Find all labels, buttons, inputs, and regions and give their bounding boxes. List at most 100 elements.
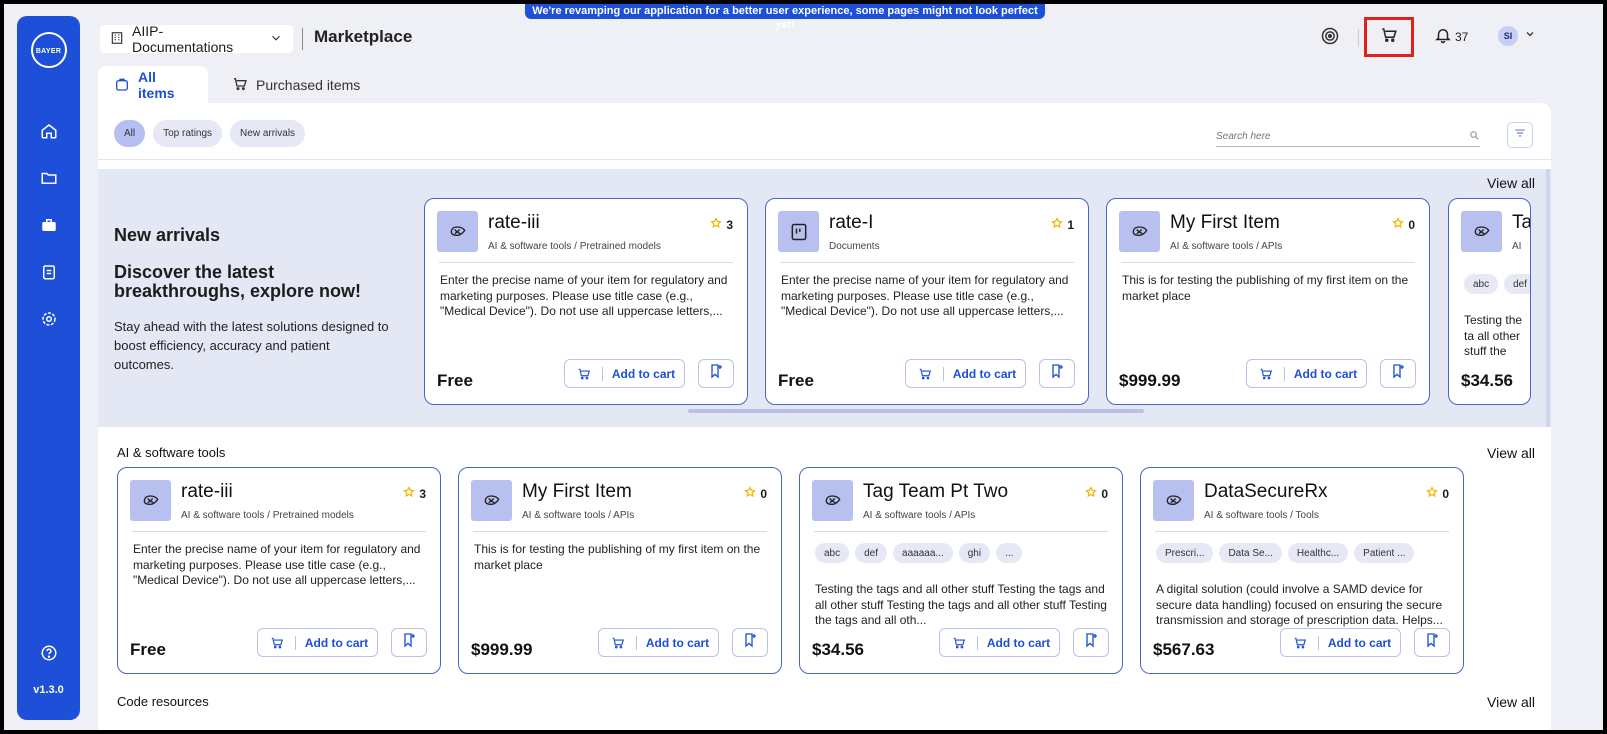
bookmark-plus-icon bbox=[1424, 632, 1440, 653]
save-button[interactable] bbox=[391, 628, 427, 657]
product-price: $34.56 bbox=[812, 640, 864, 659]
workspace-selector[interactable]: AIIP-Documentations bbox=[100, 23, 293, 55]
product-rating: 0 bbox=[1392, 217, 1415, 232]
product-rating: 1 bbox=[1051, 217, 1074, 232]
product-card[interactable]: My First Item AI & software tools / APIs… bbox=[1106, 198, 1430, 405]
product-name[interactable]: rate-iii bbox=[488, 212, 540, 234]
workspace-name: AIIP-Documentations bbox=[132, 23, 234, 55]
product-name[interactable]: My First Item bbox=[1170, 212, 1280, 234]
product-card[interactable]: rate-iii AI & software tools / Pretraine… bbox=[117, 467, 441, 674]
add-to-cart-button[interactable]: Add to cart bbox=[905, 359, 1026, 388]
vertical-scrollbar[interactable] bbox=[1546, 169, 1550, 427]
product-card[interactable]: My First Item AI & software tools / APIs… bbox=[458, 467, 782, 674]
add-to-cart-button[interactable]: Add to cart bbox=[564, 359, 685, 388]
tag-chip[interactable]: ghi bbox=[958, 543, 991, 563]
tag-chip[interactable]: Patient ... bbox=[1354, 543, 1415, 563]
home-icon[interactable] bbox=[38, 120, 60, 142]
add-to-cart-button[interactable]: Add to cart bbox=[1246, 359, 1367, 388]
cart-icon bbox=[232, 76, 248, 95]
clipboard-icon[interactable] bbox=[38, 261, 60, 283]
filter-button[interactable] bbox=[1507, 122, 1533, 148]
brain-icon bbox=[471, 480, 512, 521]
add-to-cart-button[interactable]: Add to cart bbox=[1280, 628, 1401, 657]
product-price: $567.63 bbox=[1153, 640, 1215, 659]
product-category: AI & software tools / Tools bbox=[1204, 510, 1319, 521]
building-icon bbox=[110, 31, 124, 48]
tag-chip[interactable]: abc bbox=[1464, 274, 1499, 294]
help-icon[interactable] bbox=[38, 642, 60, 664]
chip-all[interactable]: All bbox=[114, 120, 146, 147]
chip-new-arrivals[interactable]: New arrivals bbox=[230, 120, 306, 147]
product-name[interactable]: rate-I bbox=[829, 212, 873, 234]
product-card[interactable]: DataSecureRx AI & software tools / Tools… bbox=[1140, 467, 1464, 674]
save-button[interactable] bbox=[1380, 359, 1416, 388]
product-category: AI & software tools / Pretrained models bbox=[181, 510, 354, 521]
add-to-cart-button[interactable]: Add to cart bbox=[939, 628, 1060, 657]
bayer-logo[interactable]: BAYER bbox=[30, 32, 67, 68]
sidebar-bottom: v1.3.0 bbox=[17, 642, 80, 696]
product-card[interactable]: Tag Team Pt Two AI & software tools / AP… bbox=[799, 467, 1123, 674]
tag-chip[interactable]: aaaaaa... bbox=[893, 543, 953, 563]
product-price: Free bbox=[778, 371, 814, 390]
product-rating: 3 bbox=[403, 486, 426, 501]
tab-label: All items bbox=[138, 69, 175, 101]
tag-chip[interactable]: Data Se... bbox=[1219, 543, 1282, 563]
product-name[interactable]: Ta bbox=[1512, 212, 1530, 234]
add-to-cart-button[interactable]: Add to cart bbox=[257, 628, 378, 657]
revamp-banner: We're revamping our application for a be… bbox=[525, 4, 1045, 31]
tab-purchased-items[interactable]: Purchased items bbox=[216, 66, 376, 104]
new-arrivals-description: Stay ahead with the latest solutions des… bbox=[114, 319, 389, 372]
new-arrivals-view-all[interactable]: View all bbox=[1487, 175, 1535, 191]
tag-chip[interactable]: Prescri... bbox=[1156, 543, 1214, 563]
product-description: Enter the precise name of your item for … bbox=[133, 542, 421, 587]
product-description: Testing the tags and all other stuff Tes… bbox=[815, 582, 1107, 627]
folder-icon[interactable] bbox=[38, 167, 60, 189]
product-card[interactable]: rate-iii AI & software tools / Pretraine… bbox=[424, 198, 748, 405]
tab-label: Purchased items bbox=[256, 77, 361, 93]
brain-icon bbox=[1153, 480, 1194, 521]
tag-chip[interactable]: abc bbox=[815, 543, 850, 563]
product-name[interactable]: DataSecureRx bbox=[1204, 481, 1328, 503]
bookmark-plus-icon bbox=[401, 632, 417, 653]
briefcase-icon[interactable] bbox=[38, 214, 60, 236]
save-button[interactable] bbox=[732, 628, 768, 657]
code-resources-view-all[interactable]: View all bbox=[1487, 694, 1535, 710]
save-button[interactable] bbox=[698, 359, 734, 388]
tag-chip[interactable]: Healthc... bbox=[1287, 543, 1349, 563]
user-menu[interactable]: SI bbox=[1498, 26, 1536, 46]
cart-icon bbox=[1281, 635, 1319, 650]
header-divider bbox=[1358, 29, 1359, 47]
ai-tools-view-all[interactable]: View all bbox=[1487, 445, 1535, 461]
bookmark-plus-icon bbox=[708, 363, 724, 384]
horizontal-scrollbar[interactable] bbox=[688, 409, 1144, 413]
compass-icon[interactable] bbox=[1320, 26, 1340, 51]
product-name[interactable]: Tag Team Pt Two bbox=[863, 481, 1008, 503]
marketplace-panel: All Top ratings New arrivals View all Ne… bbox=[98, 103, 1551, 730]
tag-chip[interactable]: def bbox=[855, 543, 888, 563]
tab-all-items[interactable]: All items bbox=[98, 66, 208, 104]
header-separator bbox=[302, 28, 303, 50]
cart-icon bbox=[906, 366, 944, 381]
product-card[interactable]: Ta AI abc def Testing the ta all other s… bbox=[1448, 198, 1531, 405]
tag-chip[interactable]: def bbox=[1504, 274, 1530, 294]
product-card[interactable]: rate-I Documents 1 Enter the precise nam… bbox=[765, 198, 1089, 405]
save-button[interactable] bbox=[1039, 359, 1075, 388]
page-title: Marketplace bbox=[314, 27, 413, 46]
cart-button[interactable] bbox=[1364, 17, 1414, 57]
save-button[interactable] bbox=[1414, 628, 1450, 657]
more-tags-chip[interactable]: ... bbox=[996, 543, 1023, 563]
product-name[interactable]: My First Item bbox=[522, 481, 632, 503]
add-to-cart-button[interactable]: Add to cart bbox=[598, 628, 719, 657]
search-bar bbox=[1216, 127, 1480, 147]
notifications-button[interactable]: 37 bbox=[1434, 26, 1468, 47]
product-name[interactable]: rate-iii bbox=[181, 481, 233, 503]
save-button[interactable] bbox=[1073, 628, 1109, 657]
star-icon bbox=[710, 217, 723, 232]
search-icon[interactable] bbox=[1469, 128, 1480, 146]
cart-icon bbox=[1247, 366, 1285, 381]
chevron-down-icon bbox=[1524, 27, 1536, 45]
gear-icon[interactable] bbox=[38, 308, 60, 330]
chip-top-ratings[interactable]: Top ratings bbox=[153, 120, 223, 147]
search-input[interactable] bbox=[1216, 131, 1436, 142]
product-rating: 0 bbox=[1426, 486, 1449, 501]
